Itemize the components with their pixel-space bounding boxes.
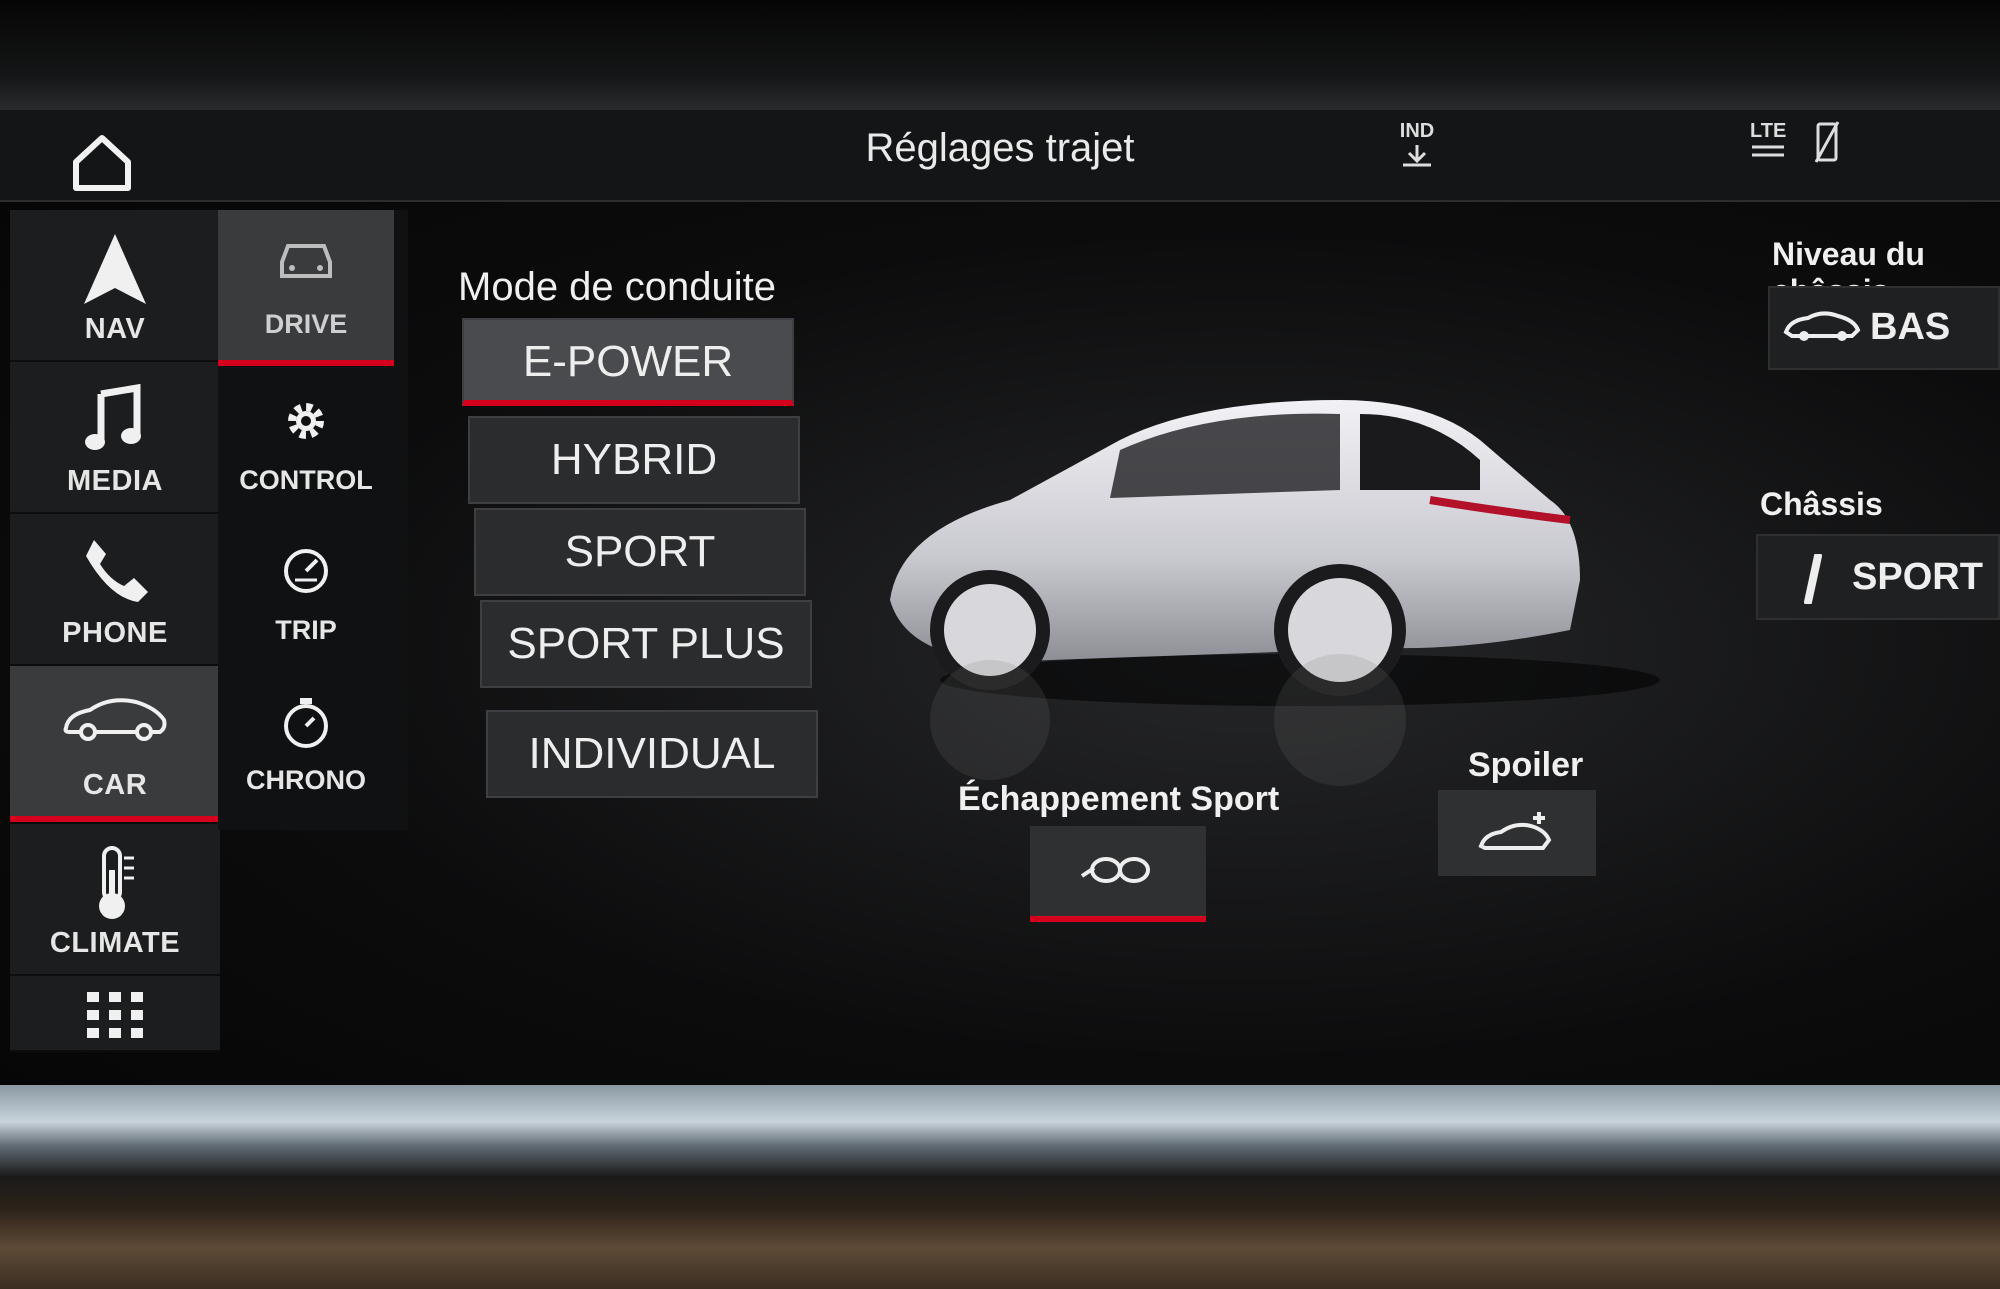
car-illustration — [890, 400, 1660, 786]
ind-download-indicator[interactable]: IND — [1395, 120, 1439, 170]
exhaust-pipes-icon — [1080, 857, 1150, 883]
main-nav: NAV MEDIA PHONE CAR CLIMATE — [0, 210, 230, 1052]
nav-item-phone[interactable]: PHONE — [10, 514, 220, 666]
subnav-item-chrono[interactable]: CHRONO — [218, 666, 394, 816]
phone-handset-icon — [86, 540, 148, 602]
music-note-icon — [85, 384, 141, 450]
car-spoiler-icon — [1478, 812, 1552, 850]
lte-indicator: LTE — [1750, 120, 1786, 159]
drive-mode-sport-plus[interactable]: SPORT PLUS — [480, 600, 812, 688]
chassis-level-value: BAS — [1870, 306, 1951, 348]
sport-exhaust-label: Échappement Sport — [958, 780, 1280, 818]
subnav-item-control[interactable]: CONTROL — [218, 366, 394, 516]
nav-item-label: MEDIA — [67, 465, 163, 497]
chassis-value: SPORT — [1852, 556, 1983, 598]
lte-label: LTE — [1750, 120, 1787, 142]
drive-mode-sport[interactable]: SPORT — [474, 508, 806, 596]
subnav-item-label: CHRONO — [246, 765, 366, 795]
gauge-icon — [284, 549, 328, 593]
nav-item-label: NAV — [84, 313, 146, 345]
nav-item-label: CLIMATE — [49, 927, 181, 959]
thermometer-icon — [99, 846, 134, 919]
chassis-level-selector[interactable]: BAS — [1768, 286, 2000, 370]
car-front-icon — [280, 244, 332, 278]
car-subnav: DRIVE CONTROL TRIP CHRONO — [218, 210, 408, 830]
navigation-arrow-icon — [84, 234, 146, 304]
nav-item-car[interactable]: CAR — [10, 666, 220, 822]
nav-item-media[interactable]: MEDIA — [10, 362, 220, 514]
top-bar: Réglages trajet IND LTE — [0, 110, 2000, 202]
dashboard-trim — [0, 1085, 2000, 1289]
nav-item-apps[interactable] — [10, 976, 220, 1052]
apps-grid-icon — [87, 992, 143, 1038]
ind-label: IND — [1399, 120, 1435, 142]
suspension-spring-icon — [1804, 554, 1822, 604]
chassis-label: Châssis — [1760, 486, 1883, 522]
car-lowered-icon — [1783, 311, 1861, 341]
subnav-item-label: CONTROL — [239, 465, 373, 495]
drive-mode-hybrid[interactable]: HYBRID — [468, 416, 800, 504]
stopwatch-icon — [284, 698, 328, 748]
nav-item-climate[interactable]: CLIMATE — [10, 824, 220, 976]
page-title: Réglages trajet — [865, 126, 1135, 170]
subnav-item-label: DRIVE — [264, 309, 348, 339]
car-icon — [63, 698, 167, 741]
screen-bezel — [0, 0, 2000, 110]
subnav-item-drive[interactable]: DRIVE — [218, 210, 394, 366]
spoiler-toggle[interactable] — [1438, 790, 1596, 876]
download-icon — [1403, 145, 1431, 167]
subnav-item-trip[interactable]: TRIP — [218, 516, 394, 666]
nav-item-nav[interactable]: NAV — [10, 210, 220, 362]
nav-item-label: PHONE — [62, 617, 168, 649]
infotainment-screen: Réglages trajet IND LTE NAV MEDIA PHONE … — [0, 110, 2000, 1085]
sport-exhaust-toggle[interactable] — [1030, 826, 1206, 922]
signal-arrows-icon — [1752, 145, 1784, 157]
subnav-item-label: TRIP — [275, 615, 337, 645]
no-phone-signal-icon — [1814, 121, 1840, 163]
chassis-selector[interactable]: SPORT — [1756, 534, 2000, 620]
gear-icon — [288, 403, 324, 439]
drive-mode-e-power[interactable]: E-POWER — [462, 318, 794, 406]
spoiler-label: Spoiler — [1468, 746, 1584, 784]
drive-mode-title: Mode de conduite — [458, 265, 777, 309]
drive-mode-individual[interactable]: INDIVIDUAL — [486, 710, 818, 798]
nav-item-label: CAR — [82, 769, 148, 801]
